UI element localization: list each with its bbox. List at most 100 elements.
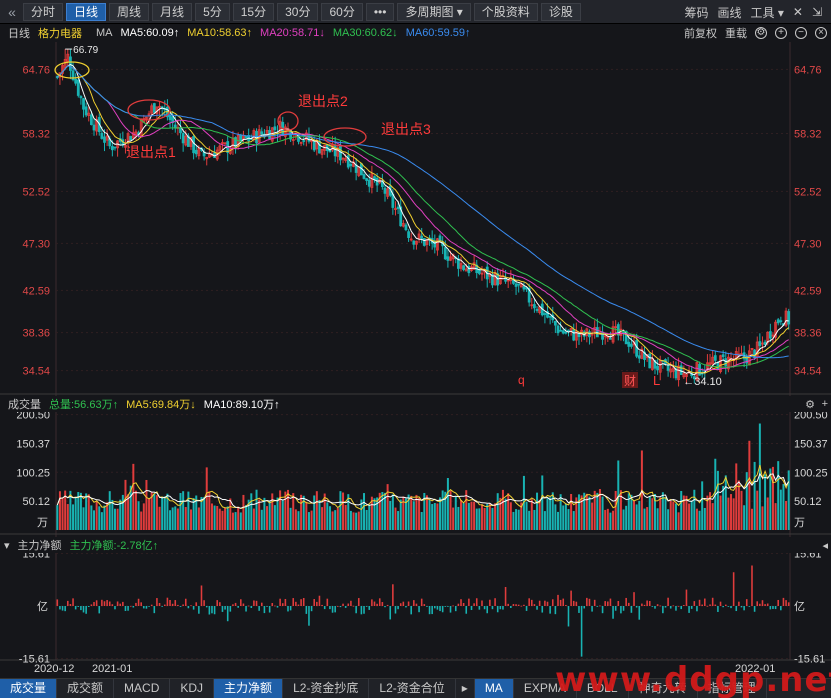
tabs-scroll-right-icon[interactable]: ▸	[456, 679, 475, 698]
volume-bar	[121, 494, 124, 530]
tab-item[interactable]: MA	[474, 679, 514, 698]
flow-bar	[287, 606, 289, 612]
candle-body	[244, 135, 248, 139]
candle-body	[564, 331, 568, 334]
candle-body	[103, 136, 106, 143]
candle-body	[312, 139, 316, 151]
volume-bar	[572, 511, 575, 530]
tab-item[interactable]: MACD	[114, 679, 171, 698]
volume-bar	[98, 506, 101, 530]
volume-bar	[279, 490, 282, 530]
flow-bar	[415, 603, 418, 606]
volume-bar	[331, 511, 334, 530]
candle-body	[779, 320, 783, 323]
volume-bar	[310, 510, 313, 530]
volume-bar	[701, 481, 704, 530]
volume-bar	[281, 499, 284, 530]
volume-bar	[169, 510, 172, 530]
flow-bar	[368, 606, 371, 610]
chart-canvas[interactable]: 64.76 64.76 58.32 58.32 52.52 52.52 47.30 47.30…	[0, 0, 831, 678]
candle-body	[273, 126, 277, 131]
price-tick-left: 38.36	[22, 328, 50, 340]
volume-bar	[625, 505, 628, 530]
flow-bar	[67, 600, 69, 606]
candle-body	[758, 341, 762, 347]
tab-item[interactable]: 主力净额	[214, 679, 284, 698]
tab-item[interactable]: 成交额	[57, 679, 115, 698]
candle-body	[383, 187, 387, 194]
volume-bar	[221, 510, 224, 530]
volume-bar	[570, 493, 573, 530]
volume-settings-icon[interactable]: ⚙	[805, 398, 815, 411]
flow-bar	[355, 606, 357, 614]
flow-bar	[439, 606, 441, 612]
volume-bar	[124, 479, 127, 530]
volume-bar	[766, 497, 769, 530]
flow-bar	[664, 606, 667, 608]
flow-bar	[766, 603, 769, 606]
flow-bar	[198, 606, 200, 614]
flow-bar	[169, 599, 171, 606]
candle-body	[588, 331, 591, 338]
flow-bar	[158, 602, 161, 606]
flow-bar	[478, 606, 481, 610]
volume-bar	[163, 496, 166, 530]
candle-body	[74, 78, 78, 84]
high-price-marker: 66.79	[73, 45, 98, 56]
volume-bar	[536, 492, 539, 530]
volume-bar	[460, 500, 463, 530]
flow-bar	[724, 604, 727, 606]
flow-bar	[719, 601, 722, 606]
volume-bar	[475, 508, 478, 530]
tab-item[interactable]: L2-资金抄底	[283, 679, 370, 698]
flow-bar	[166, 597, 169, 606]
candle-body	[724, 358, 728, 367]
volume-bar	[774, 503, 777, 530]
volume-bar	[61, 497, 64, 530]
flow-bar	[93, 602, 95, 606]
volume-bar	[651, 498, 654, 530]
volume-bar	[549, 497, 552, 530]
volume-bar	[420, 511, 423, 530]
flow-bar	[360, 606, 363, 615]
flow-bar	[318, 595, 321, 606]
candle-body	[89, 114, 93, 125]
volume-bar	[268, 501, 271, 530]
flow-bar	[559, 599, 562, 606]
flow-bar	[541, 606, 544, 613]
volume-bar	[667, 509, 670, 530]
price-tick-left: 58.32	[22, 129, 50, 141]
volume-bar	[457, 506, 460, 530]
flow-bar	[533, 604, 536, 606]
flow-bar	[774, 606, 777, 610]
low-price-marker: ←34.10	[683, 376, 722, 388]
volume-bar	[339, 491, 342, 530]
flow-bar	[140, 602, 142, 606]
volume-bar	[229, 498, 232, 530]
tab-item[interactable]: L2-资金合位	[369, 679, 456, 698]
flow-bar	[454, 606, 457, 612]
volume-bar	[271, 493, 274, 530]
flow-close-icon[interactable]: ◂	[822, 539, 828, 552]
volume-bar	[250, 493, 253, 530]
price-tick-left: 64.76	[22, 64, 50, 76]
flow-bar	[544, 600, 546, 606]
volume-plus-icon[interactable]: +	[822, 398, 828, 410]
flow-toggle-icon[interactable]: ▾	[4, 539, 10, 552]
candle-body	[260, 131, 264, 135]
flow-bar	[538, 600, 541, 606]
candle-body	[69, 56, 72, 71]
volume-bar	[328, 506, 331, 530]
volume-bar	[504, 498, 507, 530]
flow-bar	[510, 606, 512, 608]
volume-bar	[499, 497, 502, 530]
tab-item[interactable]: 成交量	[0, 679, 58, 698]
flow-bar	[250, 606, 253, 609]
flow-bar	[101, 599, 103, 606]
flow-bar	[174, 600, 177, 606]
flow-bar	[357, 598, 360, 606]
tab-item[interactable]: KDJ	[170, 679, 215, 698]
price-tick-left: 47.30	[22, 238, 50, 250]
flow-bar	[190, 605, 192, 607]
candle-body	[333, 144, 337, 157]
